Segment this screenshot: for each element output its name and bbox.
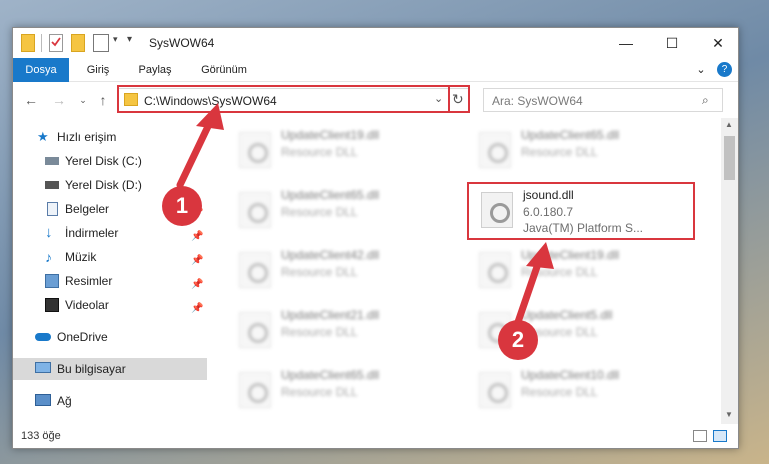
- step-2-badge: 2: [498, 320, 538, 360]
- arrow-2: [514, 254, 544, 326]
- arrow-2-head: [526, 242, 554, 269]
- step-1-badge: 1: [162, 186, 202, 226]
- arrow-1: [176, 114, 216, 189]
- arrow-1-head: [196, 103, 224, 130]
- annotation-arrows: [176, 103, 554, 326]
